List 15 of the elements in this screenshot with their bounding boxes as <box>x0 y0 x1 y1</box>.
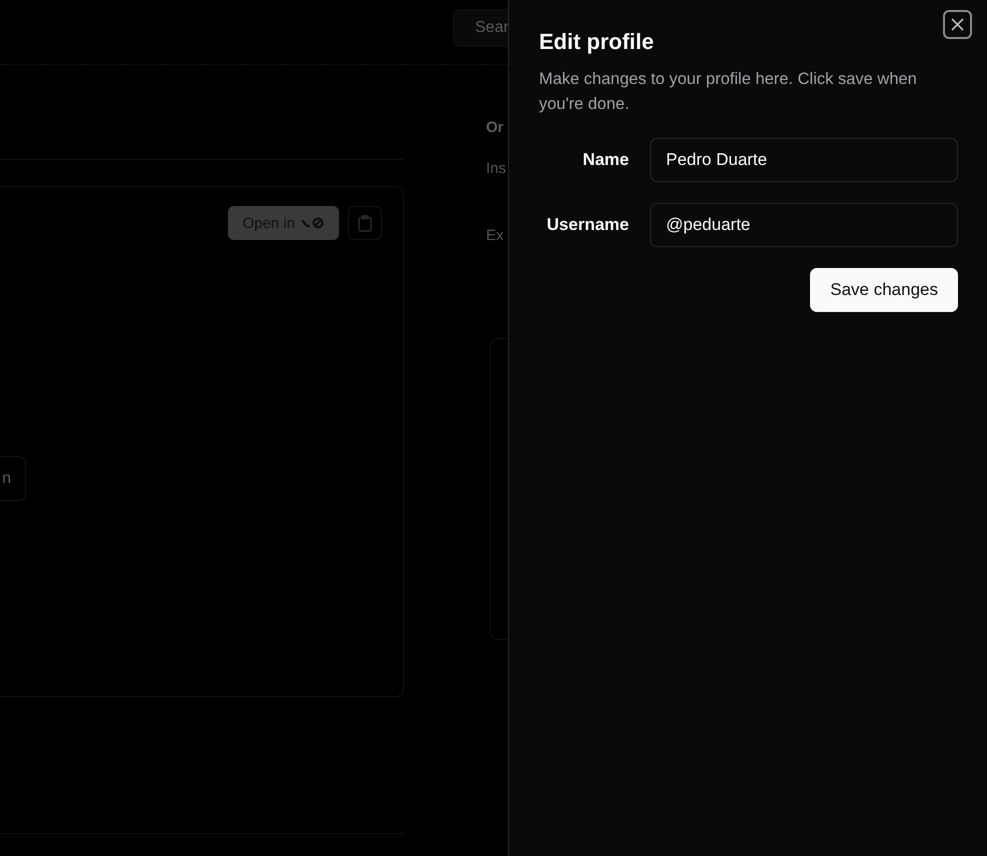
section-link[interactable]: Ex <box>486 227 508 244</box>
input-field[interactable]: @peduarte <box>650 203 958 247</box>
close-icon <box>951 18 964 31</box>
sheet-title: Edit profile <box>539 28 655 56</box>
sheet-description: Make changes to your profile here. Click save when you're done. <box>539 69 918 115</box>
partial-button[interactable]: n <box>0 456 26 501</box>
input-field[interactable]: Pedro Duarte <box>650 138 958 182</box>
field-label: Username <box>546 215 629 235</box>
section-heading: Or <box>486 119 505 136</box>
close-button[interactable] <box>943 10 972 39</box>
save-button[interactable]: Save changes <box>810 268 958 312</box>
logo-icon <box>301 217 325 229</box>
field-label: Name <box>582 150 629 170</box>
clipboard-icon <box>358 214 372 232</box>
section-link[interactable]: Ins <box>486 160 508 177</box>
